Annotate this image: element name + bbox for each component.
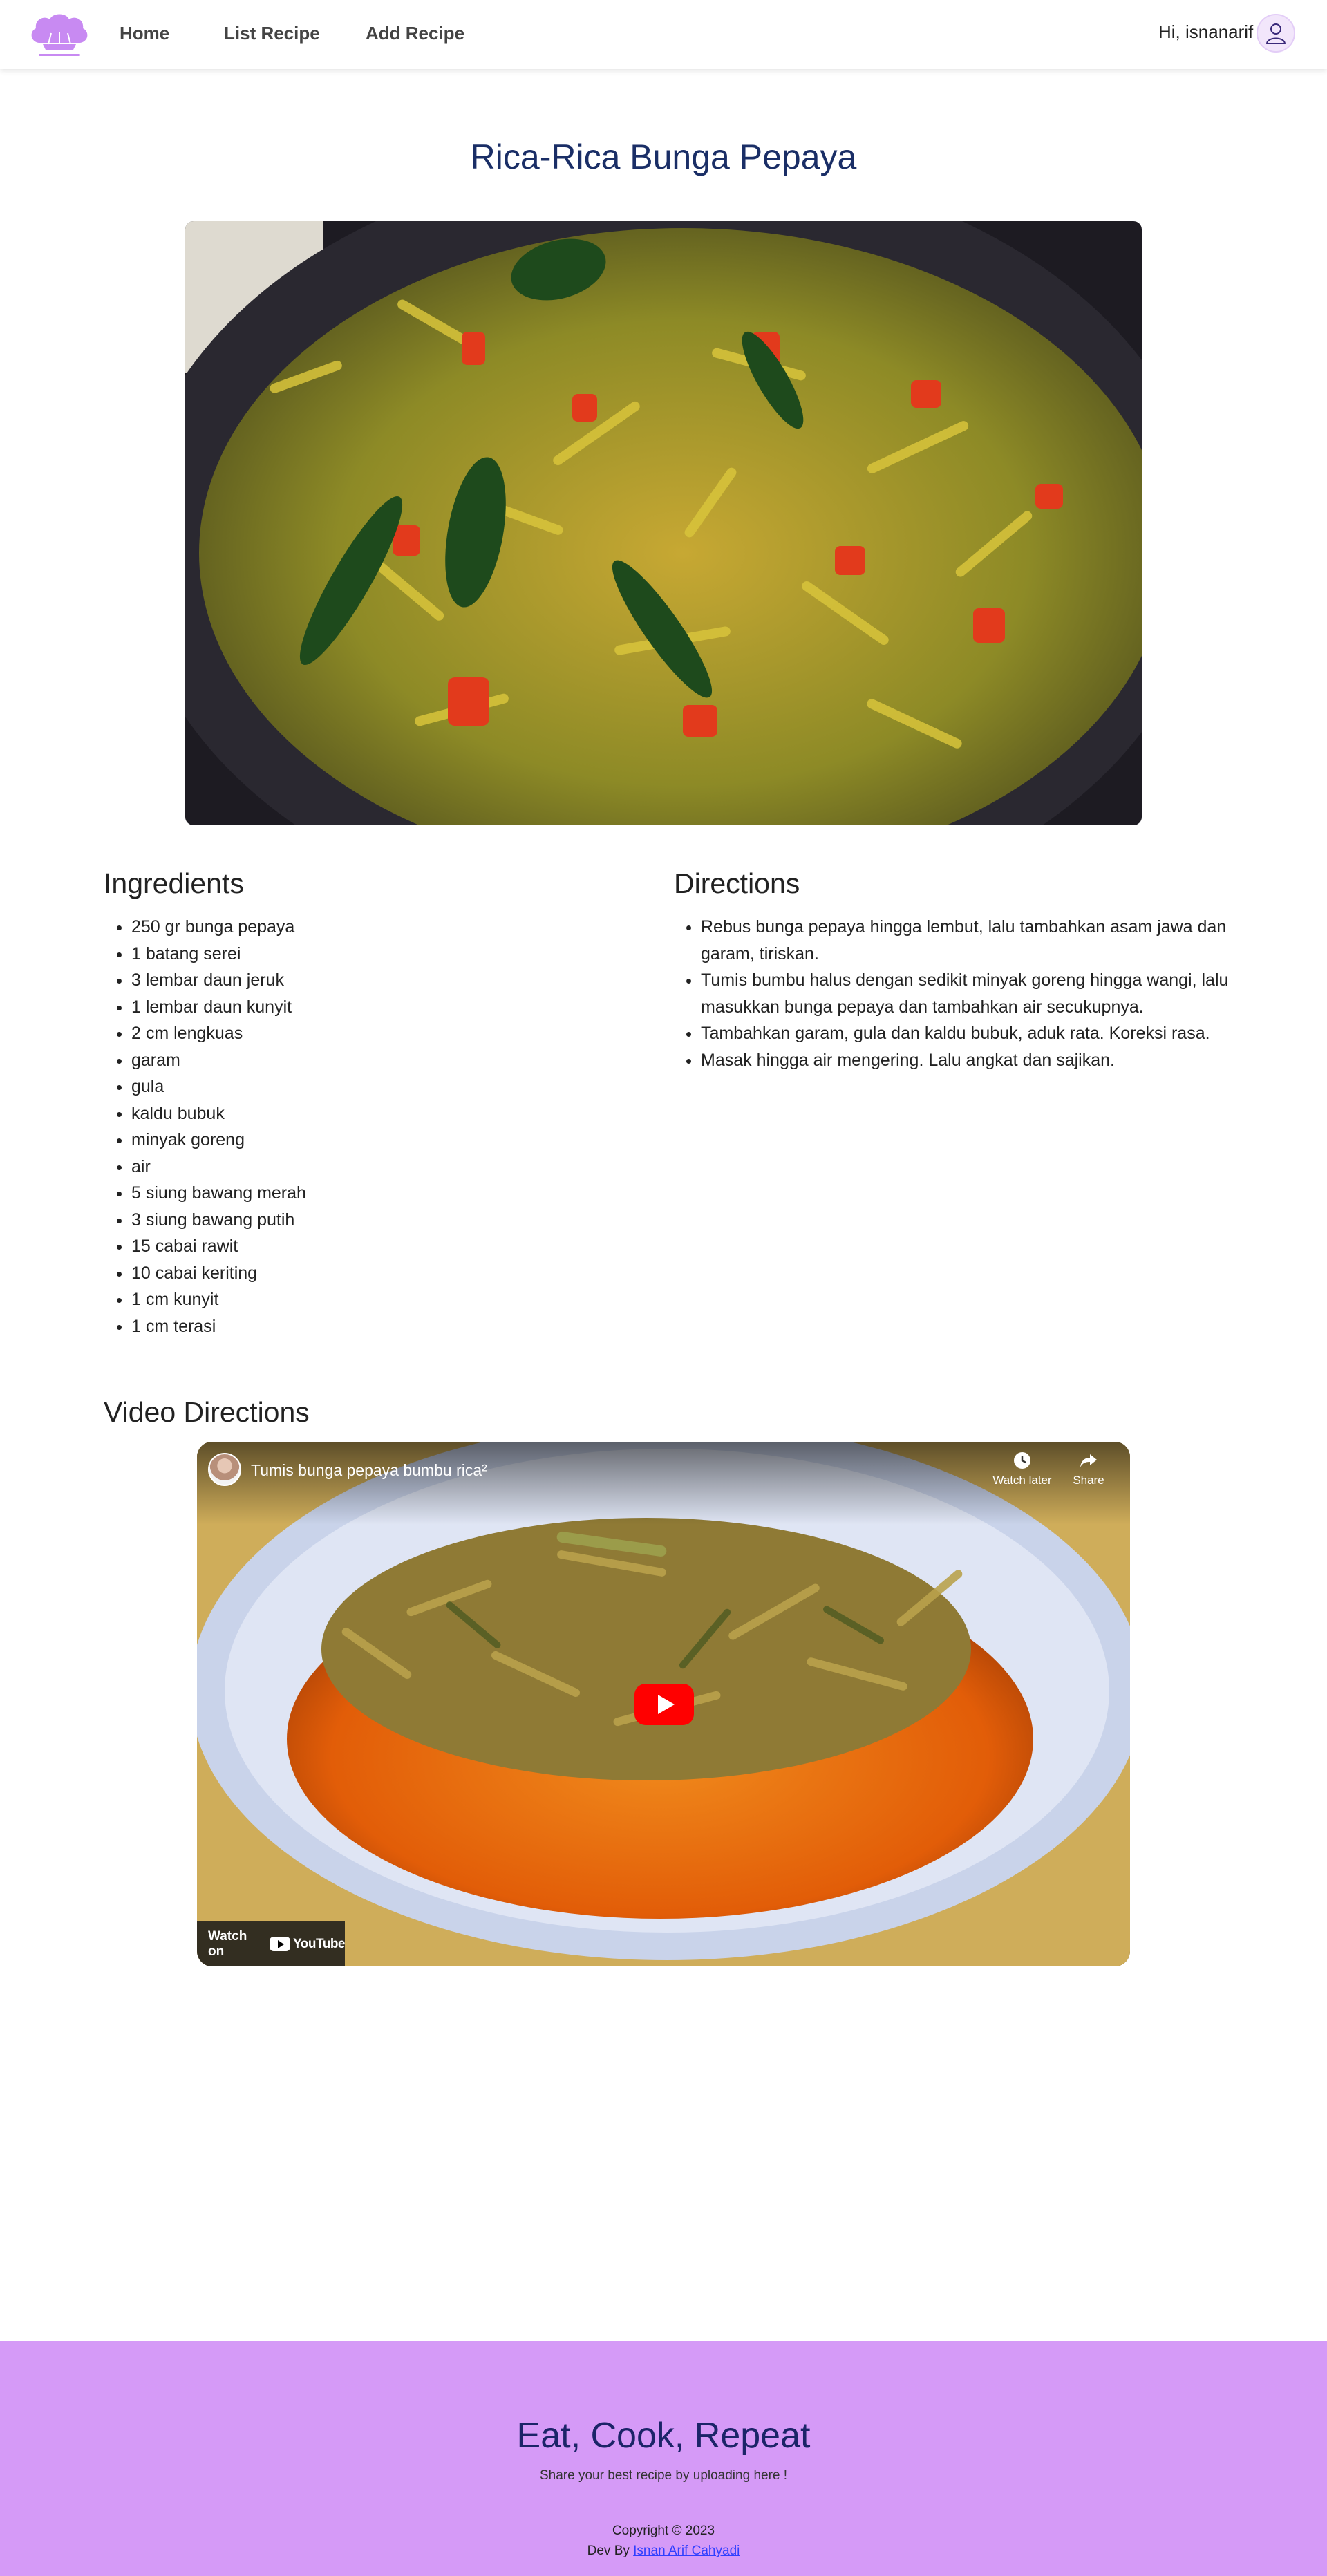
direction-step: Rebus bunga pepaya hingga lembut, lalu t… (701, 914, 1233, 967)
nav-link-list-recipe[interactable]: List Recipe (224, 23, 320, 44)
youtube-wordmark: YouTube (293, 1936, 345, 1951)
youtube-video-embed[interactable]: Tumis bunga pepaya bumbu rica² Watch lat… (197, 1442, 1130, 1966)
direction-step: Masak hingga air mengering. Lalu angkat … (701, 1047, 1233, 1074)
share-arrow-icon (1061, 1450, 1116, 1474)
share-button[interactable]: Share (1061, 1450, 1116, 1487)
ingredient-item: 1 batang serei (131, 941, 615, 968)
ingredient-item: gula (131, 1073, 615, 1100)
ingredient-item: kaldu bubuk (131, 1100, 615, 1127)
clock-icon (988, 1450, 1057, 1474)
share-label: Share (1073, 1474, 1104, 1487)
ingredient-item: 3 siung bawang putih (131, 1207, 615, 1234)
watch-on-label: Watch on (208, 1928, 247, 1959)
ingredient-item: 3 lembar daun jeruk (131, 967, 615, 994)
direction-step: Tumis bumbu halus dengan sedikit minyak … (701, 967, 1233, 1020)
ingredient-item: air (131, 1154, 615, 1181)
ingredient-item: 5 siung bawang merah (131, 1180, 615, 1207)
ingredient-item: 2 cm lengkuas (131, 1020, 615, 1047)
watch-on-youtube-button[interactable]: Watch on YouTube (197, 1921, 345, 1966)
footer-subtitle: Share your best recipe by uploading here… (539, 2468, 788, 2483)
directions-list: Rebus bunga pepaya hingga lembut, lalu t… (701, 914, 1233, 1073)
ingredient-item: minyak goreng (131, 1127, 615, 1154)
navbar: Home List Recipe Add Recipe Hi, isnanari… (0, 0, 1327, 69)
youtube-logo-icon: YouTube (270, 1937, 345, 1952)
play-button-icon[interactable] (634, 1684, 694, 1725)
directions-heading: Directions (674, 867, 800, 899)
ingredient-item: garam (131, 1047, 615, 1074)
ingredients-heading: Ingredients (104, 867, 244, 899)
ingredient-item: 10 cabai keriting (131, 1260, 615, 1287)
chef-hat-logo-icon[interactable] (28, 8, 91, 58)
user-greeting: Hi, isnanarif (1158, 21, 1254, 42)
video-directions-heading: Video Directions (104, 1396, 310, 1428)
recipe-photo (185, 221, 1142, 825)
ingredient-item: 1 cm kunyit (131, 1286, 615, 1313)
ingredient-item: 1 lembar daun kunyit (131, 994, 615, 1021)
footer-title: Eat, Cook, Repeat (516, 2416, 811, 2456)
dev-name-link[interactable]: Isnan Arif Cahyadi (633, 2544, 740, 2558)
ingredient-item: 15 cabai rawit (131, 1233, 615, 1260)
ingredient-item: 250 gr bunga pepaya (131, 914, 615, 941)
channel-avatar-icon[interactable] (208, 1453, 241, 1486)
recipe-title: Rica-Rica Bunga Pepaya (470, 138, 857, 176)
footer: Eat, Cook, Repeat Share your best recipe… (0, 2341, 1327, 2576)
watch-later-label: Watch later (992, 1474, 1052, 1487)
nav-link-add-recipe[interactable]: Add Recipe (366, 23, 464, 44)
user-avatar-icon[interactable] (1257, 14, 1295, 53)
ingredients-list: 250 gr bunga pepaya 1 batang serei 3 lem… (131, 914, 615, 1339)
video-title[interactable]: Tumis bunga pepaya bumbu rica² (251, 1461, 487, 1480)
dev-prefix: Dev By (587, 2544, 630, 2558)
footer-dev-credit: Dev By Isnan Arif Cahyadi (0, 2544, 1327, 2559)
footer-copyright: Copyright © 2023 (612, 2523, 715, 2538)
watch-later-button[interactable]: Watch later (988, 1450, 1057, 1487)
nav-link-home[interactable]: Home (120, 23, 169, 44)
ingredient-item: 1 cm terasi (131, 1313, 615, 1340)
direction-step: Tambahkan garam, gula dan kaldu bubuk, a… (701, 1020, 1233, 1047)
